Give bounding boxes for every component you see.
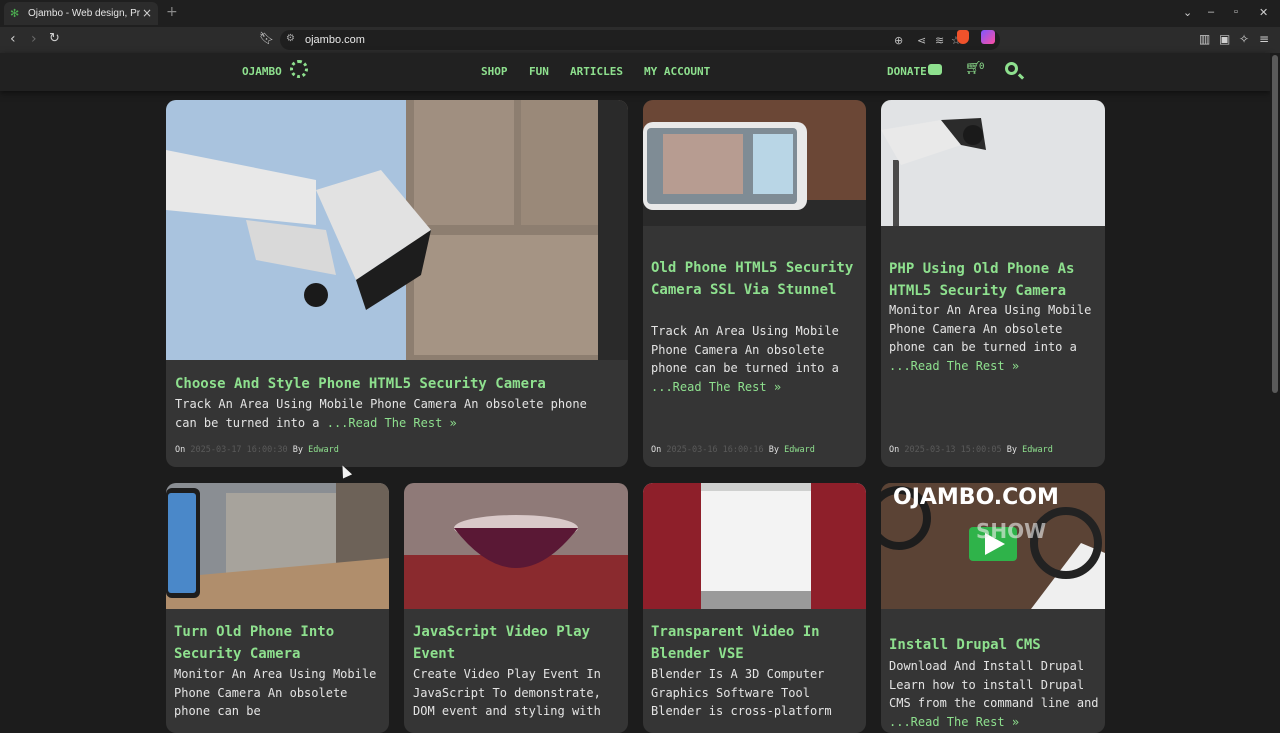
post-title[interactable]: PHP Using Old Phone As HTML5 Security Ca…	[889, 258, 1099, 302]
page-scrollbar[interactable]	[1270, 53, 1280, 720]
meta-on-label: On	[651, 445, 662, 455]
post-thumbnail[interactable]	[166, 100, 628, 360]
post-title[interactable]: Transparent Video In Blender VSE	[651, 621, 861, 665]
read-more-link[interactable]: ...Read The Rest »	[327, 416, 457, 430]
nav-my-account[interactable]: MY ACCOUNT	[644, 65, 710, 78]
menu-icon[interactable]: ≡	[1259, 32, 1269, 46]
post-title[interactable]: Choose And Style Phone HTML5 Security Ca…	[175, 373, 615, 395]
post-card[interactable]: Choose And Style Phone HTML5 Security Ca…	[166, 100, 628, 467]
search-icon[interactable]	[1005, 62, 1018, 75]
browser-tabbar: ✻ Ojambo - Web design, Programming × + ⌄…	[0, 0, 1280, 27]
leo-ai-icon[interactable]: ✧	[1239, 32, 1249, 46]
url-text[interactable]: ojambo.com	[305, 34, 365, 46]
meta-on-label: On	[175, 445, 186, 455]
post-excerpt-text: Download And Install Drupal Learn how to…	[889, 659, 1099, 710]
bookmark-icon[interactable]: 🔖︎	[259, 31, 274, 45]
post-card[interactable]: Transparent Video In Blender VSE Blender…	[643, 483, 866, 733]
post-excerpt: Monitor An Area Using Mobile Phone Camer…	[889, 301, 1099, 375]
post-title[interactable]: Old Phone HTML5 Security Camera SSL Via …	[651, 257, 861, 301]
read-more-link[interactable]: ...Read The Rest »	[889, 715, 1019, 729]
post-thumbnail[interactable]	[643, 100, 866, 226]
nav-fun[interactable]: FUN	[529, 65, 549, 78]
post-title[interactable]: Turn Old Phone Into Security Camera	[174, 621, 384, 665]
post-excerpt: Monitor An Area Using Mobile Phone Camer…	[174, 667, 377, 718]
zoom-icon[interactable]: ⊕	[894, 34, 903, 47]
post-excerpt: Track An Area Using Mobile Phone Camera …	[175, 395, 615, 432]
read-more-link[interactable]: ...Read The Rest »	[889, 359, 1019, 373]
browser-tab[interactable]: ✻ Ojambo - Web design, Programming ×	[4, 2, 158, 25]
post-date: 2025-03-17 16:00:30	[190, 445, 288, 455]
tab-close-icon[interactable]: ×	[142, 6, 152, 20]
post-thumbnail[interactable]	[166, 483, 389, 609]
thumbnail-show-text: SHOW	[976, 519, 1047, 543]
post-card[interactable]: OJAMBO.COM SHOW Install Drupal CMS Downl…	[881, 483, 1105, 733]
post-meta: On 2025-03-16 16:00:16 By Edward	[651, 445, 815, 455]
post-card[interactable]: JavaScript Video Play Event Create Video…	[404, 483, 628, 733]
post-date: 2025-03-13 15:00:05	[904, 445, 1002, 455]
post-author-link[interactable]: Edward	[308, 445, 339, 455]
nav-articles[interactable]: ARTICLES	[570, 65, 623, 78]
post-excerpt: Blender Is A 3D Computer Graphics Softwa…	[651, 667, 832, 718]
wallet-icon[interactable]: ▣	[1219, 32, 1230, 46]
sidebar-icon[interactable]: ▥	[1199, 32, 1210, 46]
post-excerpt-text: Monitor An Area Using Mobile Phone Camer…	[889, 303, 1092, 354]
maximize-button[interactable]: ▫	[1234, 6, 1238, 18]
brave-rewards-icon[interactable]	[981, 30, 995, 44]
brave-shields-icon[interactable]	[957, 30, 969, 44]
donate-link[interactable]: DONATE	[887, 65, 927, 78]
new-tab-button[interactable]: +	[166, 4, 178, 20]
post-author-link[interactable]: Edward	[1022, 445, 1053, 455]
post-card[interactable]: Turn Old Phone Into Security Camera Moni…	[166, 483, 389, 733]
post-thumbnail[interactable]	[404, 483, 628, 609]
post-meta: On 2025-03-13 15:00:05 By Edward	[889, 445, 1053, 455]
nav-shop[interactable]: SHOP	[481, 65, 508, 78]
logo-mark-icon[interactable]	[290, 60, 308, 78]
post-card[interactable]: Old Phone HTML5 Security Camera SSL Via …	[643, 100, 866, 467]
post-thumbnail[interactable]	[881, 100, 1105, 226]
site-logo[interactable]: OJAMBO	[242, 65, 282, 78]
rss-icon[interactable]: ≋	[935, 34, 944, 47]
post-title[interactable]: Install Drupal CMS	[889, 634, 1099, 656]
thumbnail-brand-text: OJAMBO.COM	[893, 485, 1059, 510]
post-thumbnail[interactable]: OJAMBO.COM SHOW	[881, 483, 1105, 609]
site-favicon-icon: ✻	[10, 6, 20, 20]
meta-by-label: By	[768, 445, 779, 455]
site-info-icon[interactable]: ⚙	[286, 33, 295, 44]
post-author-link[interactable]: Edward	[784, 445, 815, 455]
share-icon[interactable]: ⋖	[917, 34, 926, 47]
meta-by-label: By	[292, 445, 303, 455]
meta-on-label: On	[889, 445, 900, 455]
back-icon[interactable]: ‹	[10, 31, 16, 47]
browser-toolbar: ‹ › ↻ 🔖︎ ⚙ ojambo.com ⊕ ⋖ ≋ ☆ ▥ ▣ ✧ ≡	[0, 27, 1280, 53]
donate-chat-icon[interactable]	[928, 64, 942, 75]
post-date: 2025-03-16 16:00:16	[666, 445, 764, 455]
tab-list-chevron-icon[interactable]: ⌄	[1183, 6, 1192, 19]
close-window-button[interactable]: ✕	[1259, 6, 1268, 19]
forward-icon[interactable]: ›	[31, 31, 37, 47]
post-card[interactable]: PHP Using Old Phone As HTML5 Security Ca…	[881, 100, 1105, 467]
address-bar[interactable]: ⚙ ojambo.com ⊕ ⋖ ≋ ☆	[280, 30, 1000, 50]
post-excerpt: Create Video Play Event In JavaScript To…	[413, 667, 601, 718]
cart-count-badge: 0	[979, 62, 985, 72]
minimize-button[interactable]: –	[1208, 6, 1214, 18]
scrollbar-thumb[interactable]	[1272, 55, 1278, 393]
post-excerpt: Track An Area Using Mobile Phone Camera …	[651, 322, 861, 396]
post-title[interactable]: JavaScript Video Play Event	[413, 621, 623, 665]
reload-icon[interactable]: ↻	[49, 31, 60, 46]
post-meta: On 2025-03-17 16:00:30 By Edward	[175, 445, 339, 455]
post-thumbnail[interactable]	[643, 483, 866, 609]
post-excerpt-text: Track An Area Using Mobile Phone Camera …	[651, 324, 839, 375]
meta-by-label: By	[1006, 445, 1017, 455]
read-more-link[interactable]: ...Read The Rest »	[651, 380, 781, 394]
tab-title: Ojambo - Web design, Programming	[28, 8, 140, 19]
site-header: OJAMBO SHOP FUN ARTICLES MY ACCOUNT DONA…	[0, 53, 1270, 91]
